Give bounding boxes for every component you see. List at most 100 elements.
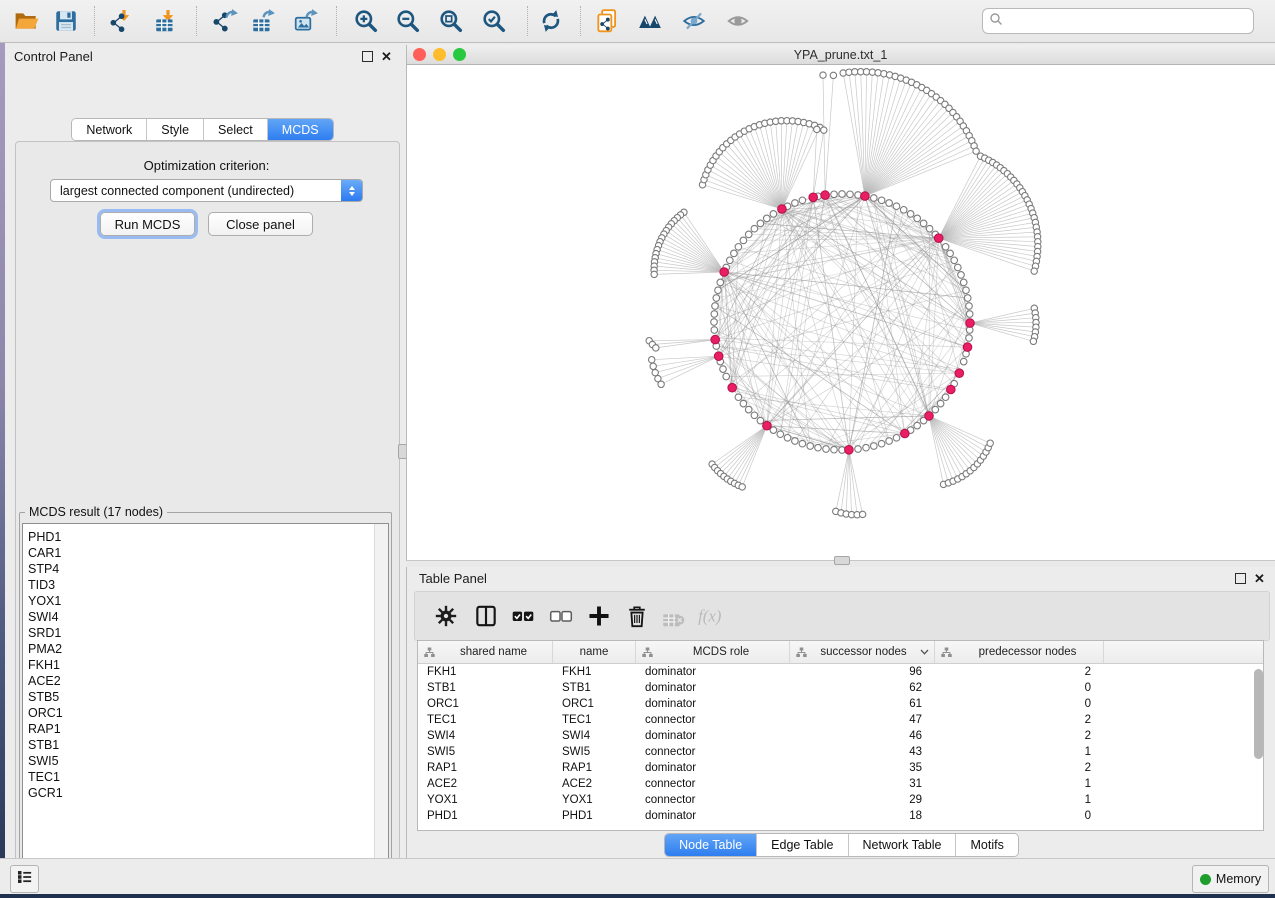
cell-shared-name[interactable]: ORC1 bbox=[418, 696, 553, 712]
network-node[interactable] bbox=[893, 435, 900, 442]
float-panel-icon[interactable] bbox=[362, 51, 373, 62]
cell-shared-name[interactable]: YOX1 bbox=[418, 792, 553, 808]
network-node[interactable] bbox=[757, 220, 764, 227]
mcds-node[interactable]: TEC1 bbox=[23, 769, 388, 785]
network-node[interactable] bbox=[757, 417, 764, 424]
mcds-hub-node[interactable] bbox=[901, 429, 910, 438]
network-node[interactable] bbox=[720, 366, 727, 373]
network-node[interactable] bbox=[717, 279, 724, 286]
column-header-successor-nodes[interactable]: successor nodes bbox=[790, 641, 935, 663]
cell-name[interactable]: SWI5 bbox=[553, 744, 636, 760]
network-node[interactable] bbox=[926, 225, 933, 232]
leaf-node[interactable] bbox=[649, 357, 655, 363]
network-node[interactable] bbox=[847, 191, 854, 198]
leaf-node[interactable] bbox=[653, 345, 659, 351]
mcds-node[interactable]: PMA2 bbox=[23, 641, 388, 657]
mcds-hub-node[interactable] bbox=[763, 421, 772, 430]
leaf-node[interactable] bbox=[651, 271, 657, 277]
search-box[interactable] bbox=[982, 8, 1254, 34]
mcds-node[interactable]: STP4 bbox=[23, 561, 388, 577]
network-node[interactable] bbox=[807, 443, 814, 450]
cell-predecessor-nodes[interactable]: 0 bbox=[935, 696, 1104, 712]
tab-network[interactable]: Network bbox=[72, 119, 147, 140]
clone-network-icon[interactable] bbox=[591, 5, 623, 37]
leaf-node[interactable] bbox=[987, 440, 993, 446]
tab-mcds[interactable]: MCDS bbox=[268, 119, 333, 140]
network-node[interactable] bbox=[799, 197, 806, 204]
network-node[interactable] bbox=[966, 335, 973, 342]
network-node[interactable] bbox=[740, 400, 747, 407]
import-network-icon[interactable] bbox=[106, 5, 138, 37]
cell-name[interactable]: PHD1 bbox=[553, 808, 636, 824]
mcds-node[interactable]: TID3 bbox=[23, 577, 388, 593]
network-node[interactable] bbox=[751, 412, 758, 419]
leaf-node[interactable] bbox=[650, 363, 656, 369]
cell-name[interactable]: RAP1 bbox=[553, 760, 636, 776]
leaf-node[interactable] bbox=[830, 72, 836, 78]
mcds-hub-node[interactable] bbox=[925, 412, 934, 421]
zoom-selected-icon[interactable] bbox=[478, 5, 510, 37]
mcds-hub-node[interactable] bbox=[809, 193, 818, 202]
task-history-button[interactable] bbox=[10, 865, 39, 893]
leaf-node[interactable] bbox=[1031, 268, 1037, 274]
network-node[interactable] bbox=[907, 211, 914, 218]
leaf-node[interactable] bbox=[820, 72, 826, 78]
column-header-MCDS-role[interactable]: MCDS role bbox=[636, 641, 790, 663]
network-node[interactable] bbox=[886, 438, 893, 445]
network-node[interactable] bbox=[792, 438, 799, 445]
network-node[interactable] bbox=[727, 257, 734, 264]
tab-network-table[interactable]: Network Table bbox=[849, 834, 957, 856]
cell-successor-nodes[interactable]: 29 bbox=[790, 792, 935, 808]
table-row[interactable]: FKH1FKH1dominator962 bbox=[418, 664, 1263, 680]
leaf-node[interactable] bbox=[1030, 338, 1036, 344]
horizontal-splitter-grip[interactable] bbox=[834, 556, 850, 565]
mcds-hub-node[interactable] bbox=[947, 385, 956, 394]
float-table-panel-icon[interactable] bbox=[1235, 573, 1246, 584]
network-graph[interactable] bbox=[407, 65, 1275, 560]
network-node[interactable] bbox=[723, 373, 730, 380]
cell-successor-nodes[interactable]: 18 bbox=[790, 808, 935, 824]
network-node[interactable] bbox=[712, 303, 719, 310]
cell-shared-name[interactable]: ACE2 bbox=[418, 776, 553, 792]
cell-successor-nodes[interactable]: 31 bbox=[790, 776, 935, 792]
network-node[interactable] bbox=[966, 311, 973, 318]
mcds-hub-node[interactable] bbox=[821, 191, 830, 200]
mcds-list-scrollbar[interactable] bbox=[374, 524, 388, 879]
zoom-out-icon[interactable] bbox=[392, 5, 424, 37]
close-panel-button[interactable]: Close panel bbox=[208, 212, 313, 236]
mcds-hub-node[interactable] bbox=[934, 234, 943, 243]
network-node[interactable] bbox=[713, 295, 720, 302]
network-node[interactable] bbox=[958, 272, 965, 279]
network-node[interactable] bbox=[871, 443, 878, 450]
cell-predecessor-nodes[interactable]: 2 bbox=[935, 712, 1104, 728]
cell-shared-name[interactable]: STB1 bbox=[418, 680, 553, 696]
leaf-node[interactable] bbox=[821, 127, 827, 133]
cell-shared-name[interactable]: RAP1 bbox=[418, 760, 553, 776]
network-node[interactable] bbox=[745, 231, 752, 238]
network-node[interactable] bbox=[893, 203, 900, 210]
table-row[interactable]: ORC1ORC1dominator610 bbox=[418, 696, 1263, 712]
open-file-icon[interactable] bbox=[11, 5, 43, 37]
run-mcds-button[interactable]: Run MCDS bbox=[100, 212, 195, 236]
cell-MCDS-role[interactable]: dominator bbox=[636, 680, 790, 696]
network-node[interactable] bbox=[966, 303, 973, 310]
mcds-node[interactable]: ACE2 bbox=[23, 673, 388, 689]
network-node[interactable] bbox=[715, 287, 722, 294]
network-node[interactable] bbox=[731, 250, 738, 257]
network-node[interactable] bbox=[764, 215, 771, 222]
cell-name[interactable]: YOX1 bbox=[553, 792, 636, 808]
tab-style[interactable]: Style bbox=[147, 119, 204, 140]
network-node[interactable] bbox=[855, 446, 862, 453]
cell-shared-name[interactable]: SWI5 bbox=[418, 744, 553, 760]
table-row[interactable]: YOX1YOX1connector291 bbox=[418, 792, 1263, 808]
network-node[interactable] bbox=[745, 406, 752, 413]
network-node[interactable] bbox=[878, 440, 885, 447]
table-row[interactable]: SWI4SWI4dominator462 bbox=[418, 728, 1263, 744]
network-node[interactable] bbox=[955, 264, 962, 271]
mcds-node[interactable]: FKH1 bbox=[23, 657, 388, 673]
network-node[interactable] bbox=[963, 287, 970, 294]
cell-successor-nodes[interactable]: 96 bbox=[790, 664, 935, 680]
cell-predecessor-nodes[interactable]: 2 bbox=[935, 664, 1104, 680]
column-header-shared-name[interactable]: shared name bbox=[418, 641, 553, 663]
cell-predecessor-nodes[interactable]: 1 bbox=[935, 744, 1104, 760]
